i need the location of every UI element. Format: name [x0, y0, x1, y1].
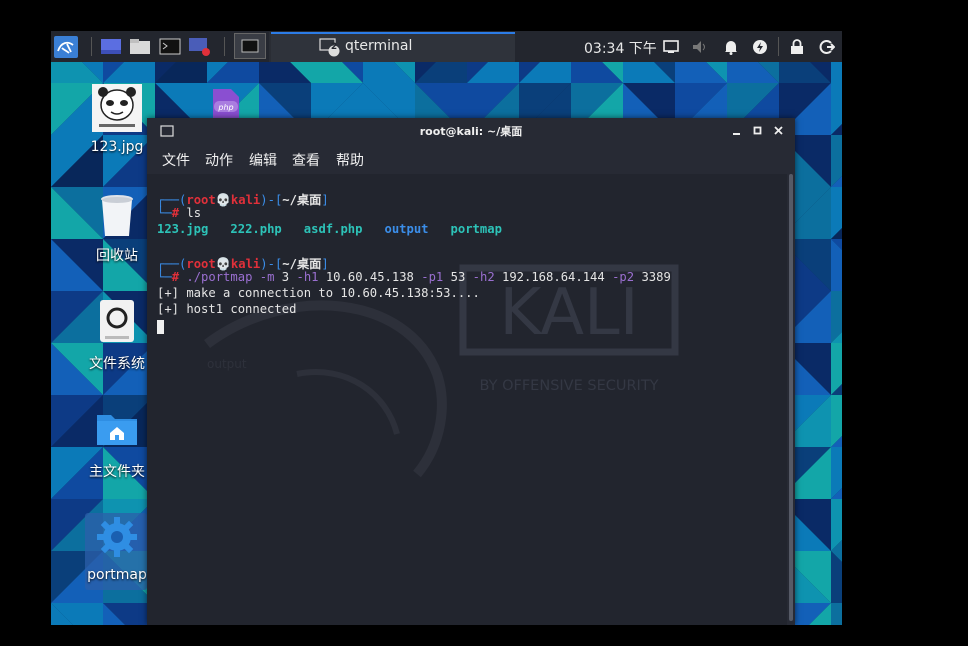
- file-name: asdf.php: [303, 222, 363, 236]
- desktop-icon-label: portmap: [87, 567, 147, 583]
- ghost-output-label: output: [207, 357, 247, 371]
- power-manager-button[interactable]: [750, 35, 770, 58]
- top-panel: 2 qterminal 03:34 下午: [51, 31, 842, 62]
- workspace-1-button[interactable]: [234, 33, 266, 59]
- panel-separator: [91, 37, 92, 56]
- menu-edit[interactable]: 编辑: [249, 150, 277, 170]
- menu-actions[interactable]: 动作: [205, 150, 233, 170]
- desktop-icon: [101, 39, 121, 54]
- task-badge: 2: [330, 42, 338, 52]
- prompt-user: root: [186, 257, 216, 271]
- menu-file[interactable]: 文件: [162, 150, 190, 170]
- home-folder-icon: [97, 415, 137, 445]
- hard-drive-icon: [100, 300, 134, 342]
- terminal-scrollbar[interactable]: [787, 174, 795, 625]
- window-titlebar[interactable]: root@kali: ~/桌面: [147, 118, 795, 144]
- trash-icon: [101, 195, 133, 236]
- panel-separator: [778, 37, 779, 56]
- logout-icon: [819, 39, 835, 54]
- kali-watermark: KALI BY OFFENSIVE SECURITY output: [204, 264, 679, 478]
- maximize-icon[interactable]: [753, 126, 763, 136]
- power-icon: [753, 39, 767, 54]
- screen-recorder-launcher[interactable]: [187, 35, 213, 58]
- desktop-icon-trash[interactable]: 回收站: [84, 191, 150, 265]
- desktop-icon-label: 主文件夹: [89, 464, 145, 480]
- kali-dragon-icon: [54, 35, 78, 58]
- window-title: root@kali: ~/桌面: [419, 125, 523, 138]
- volume-button[interactable]: [691, 35, 711, 58]
- menu-bar: 文件 动作 编辑 查看 帮助: [147, 144, 795, 174]
- scrollbar-thumb[interactable]: [789, 174, 793, 621]
- prompt-dir: ~/桌面: [282, 257, 322, 271]
- prompt-user: root: [186, 193, 216, 207]
- prompt-host: kali: [230, 193, 261, 207]
- recorder-icon: [189, 37, 210, 56]
- watermark-brand: KALI: [499, 276, 638, 350]
- menu-view[interactable]: 查看: [292, 150, 320, 170]
- monitor-icon: [663, 39, 679, 53]
- command-program: ./portmap: [186, 270, 253, 284]
- php-icon-text: php: [217, 103, 233, 112]
- ls-output: 123.jpg 222.php asdf.php output portmap: [157, 222, 502, 236]
- terminal-icon: [159, 38, 181, 55]
- terminal-area[interactable]: KALI BY OFFENSIVE SECURITY output ┌──(ro…: [147, 174, 787, 625]
- file-manager-launcher[interactable]: [128, 35, 152, 58]
- clock[interactable]: 03:34 下午: [584, 38, 657, 58]
- qterminal-window: root@kali: ~/桌面 文件 动作 编辑 查看 帮助 KALI BY O…: [147, 118, 795, 625]
- prompt-dir: ~/桌面: [282, 193, 322, 207]
- dir-name: output: [384, 222, 429, 236]
- file-name: 222.php: [230, 222, 282, 236]
- output-line: [+] host1 connected: [157, 302, 297, 316]
- command-line: └─# ls: [157, 206, 202, 220]
- display-button[interactable]: [661, 35, 681, 58]
- menu-help[interactable]: 帮助: [336, 150, 364, 170]
- logout-button[interactable]: [817, 35, 837, 58]
- qterminal-task-icon: 2: [319, 35, 341, 58]
- window-icon: [241, 39, 259, 53]
- folder-icon: [130, 39, 150, 54]
- show-desktop-button[interactable]: [99, 35, 123, 58]
- speaker-icon: [693, 40, 705, 53]
- output-line: [+] make a connection to 10.60.45.138:53…: [157, 286, 480, 300]
- notifications-button[interactable]: [721, 35, 741, 58]
- desktop-icon-label: 文件系统: [89, 356, 145, 372]
- desktop-icon-label: 回收站: [96, 248, 138, 264]
- terminal-launcher[interactable]: [158, 35, 182, 58]
- file-name: portmap: [450, 222, 502, 236]
- wallpaper-triangle: [831, 603, 842, 625]
- panel-separator: [224, 37, 225, 56]
- lock-screen-button[interactable]: [787, 35, 807, 58]
- desktop-icon-label: 123.jpg: [90, 139, 144, 155]
- file-name: 123.jpg: [157, 222, 209, 236]
- command-text: ls: [186, 206, 202, 220]
- bell-icon: [725, 40, 737, 55]
- desktop-icon-portmap[interactable]: portmap: [84, 515, 150, 583]
- lock-icon: [791, 38, 803, 54]
- panda-meme-image-icon: [92, 84, 142, 132]
- minimize-icon[interactable]: [732, 127, 742, 137]
- desktop-icon-filesystem[interactable]: 文件系统: [84, 299, 150, 373]
- prompt-host: kali: [230, 257, 261, 271]
- desktop-screen: 2 qterminal 03:34 下午 123.jpg php 回收站 文件系…: [51, 31, 842, 625]
- kali-menu-button[interactable]: [53, 35, 79, 58]
- taskbar-qterminal-label: qterminal: [345, 38, 413, 54]
- text-cursor: [157, 320, 164, 334]
- close-icon[interactable]: [774, 126, 784, 136]
- command-line: └─# ./portmap -m 3 -h1 10.60.45.138 -p1 …: [157, 270, 671, 284]
- watermark-subtitle: BY OFFENSIVE SECURITY: [479, 378, 658, 394]
- gear-icon: [97, 517, 137, 557]
- php-file-icon: php: [213, 89, 239, 119]
- desktop-icon-home-folder[interactable]: 主文件夹: [84, 409, 150, 481]
- desktop-icon-123-jpg[interactable]: 123.jpg: [84, 83, 150, 155]
